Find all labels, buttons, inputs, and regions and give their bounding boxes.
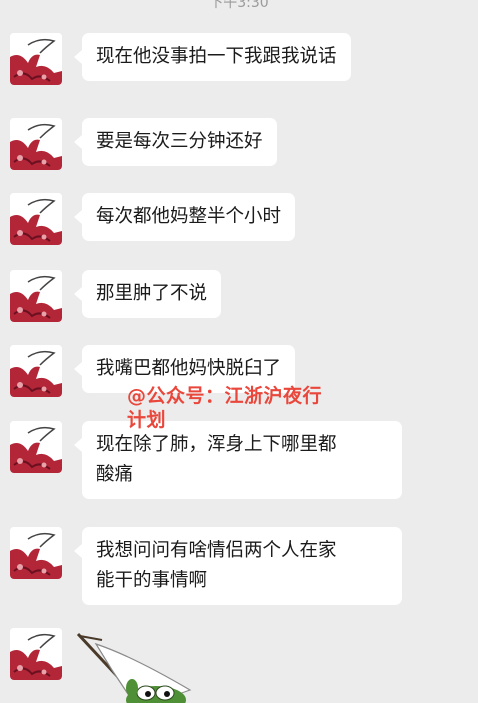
message-bubble[interactable]: 我想问问有啥情侣两个人在家 能干的事情啊 <box>74 527 402 605</box>
message-bubble[interactable]: 现在除了肺，浑身上下哪里都 酸痛 <box>74 421 402 499</box>
contact-avatar[interactable] <box>10 527 62 579</box>
avatar-icon <box>10 527 62 579</box>
chat-message: 每次都他妈整半个小时 <box>10 193 296 245</box>
avatar-icon <box>10 628 62 680</box>
pepe-frog-flag-sticker[interactable] <box>72 630 212 703</box>
chat-message: 现在他没事拍一下我跟我说话 <box>10 33 351 85</box>
contact-avatar[interactable] <box>10 118 62 170</box>
chat-message: 要是每次三分钟还好 <box>10 118 277 170</box>
chat-message: 现在除了肺，浑身上下哪里都 酸痛 <box>10 421 402 499</box>
message-bubble[interactable]: 现在他没事拍一下我跟我说话 <box>74 33 351 81</box>
avatar-icon <box>10 118 62 170</box>
message-bubble[interactable]: 那里肿了不说 <box>73 270 222 318</box>
avatar-icon <box>10 345 62 397</box>
chat-message: 我想问问有啥情侣两个人在家 能干的事情啊 <box>10 527 402 605</box>
sticker-image <box>76 632 192 703</box>
message-bubble[interactable]: 每次都他妈整半个小时 <box>73 193 296 241</box>
watermark-text: @公众号：江浙沪夜行 计划 <box>127 385 323 431</box>
contact-avatar[interactable] <box>10 270 62 322</box>
chat-message: 那里肿了不说 <box>10 270 222 322</box>
timestamp: 下午3:30 <box>209 0 269 11</box>
contact-avatar[interactable] <box>10 345 62 397</box>
avatar-icon <box>10 421 62 473</box>
avatar-icon <box>10 193 62 245</box>
avatar-icon <box>10 270 62 322</box>
chat-message <box>10 628 62 680</box>
contact-avatar[interactable] <box>10 193 62 245</box>
contact-avatar[interactable] <box>10 628 62 680</box>
avatar-icon <box>10 33 62 85</box>
contact-avatar[interactable] <box>10 33 62 85</box>
message-bubble[interactable]: 要是每次三分钟还好 <box>74 118 277 166</box>
chat-window: 下午3:30 现在他没事拍一下我跟我说话 要是每次三分钟还好 每次都他妈整半个小… <box>0 0 478 703</box>
contact-avatar[interactable] <box>10 421 62 473</box>
